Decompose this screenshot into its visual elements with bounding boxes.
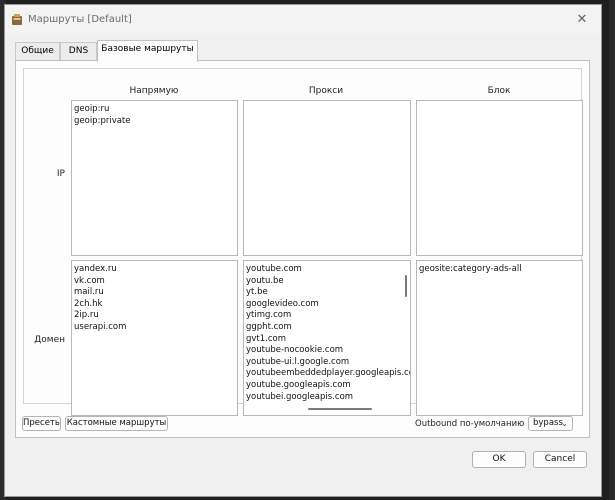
outbound-value: bypass — [533, 418, 563, 428]
list-item[interactable]: ytimg.com — [246, 310, 410, 322]
list-item[interactable]: userapi.com — [74, 322, 126, 334]
chevron-down-icon: ⌄ — [561, 419, 568, 428]
domain-proxy-items: youtube.com youtu.be yt.be googlevideo.com y… — [246, 264, 410, 404]
domain-direct-items: yandex.ru vk.com mail.ru 2ch.hk 2ip.ru userap… — [74, 264, 126, 334]
list-item[interactable]: youtu.be — [246, 276, 410, 288]
list-item[interactable]: yandex.ru — [74, 264, 126, 276]
list-item[interactable]: yt.be — [246, 287, 410, 299]
list-item[interactable]: ggpht.com — [246, 322, 410, 334]
ip-direct-items: geoip:ru geoip:private — [74, 104, 131, 127]
list-item[interactable]: googlevideo.com — [246, 299, 410, 311]
row-label-domain: Домен — [34, 335, 65, 345]
tab-dns[interactable]: DNS — [60, 42, 97, 60]
list-item[interactable]: youtube.googleapis.com — [246, 380, 410, 392]
list-item[interactable]: vk.com — [74, 276, 126, 288]
close-icon[interactable]: ✕ — [573, 11, 591, 29]
ip-proxy-list[interactable] — [243, 100, 411, 256]
list-item[interactable]: youtube.com — [246, 264, 410, 276]
list-item[interactable]: youtubeembeddedplayer.googleapis.com — [246, 368, 410, 380]
custom-routes-button[interactable]: Кастомные маршруты — [65, 416, 168, 431]
list-item[interactable]: geosite:category-ads-all — [419, 264, 522, 276]
list-item[interactable]: geoip:ru — [74, 104, 131, 116]
presets-button[interactable]: Пресеты — [22, 416, 61, 431]
tab-general[interactable]: Общие — [15, 42, 60, 60]
ip-direct-list[interactable]: geoip:ru geoip:private — [71, 100, 238, 256]
outbound-select[interactable]: bypass ⌄ — [528, 416, 573, 431]
tab-panel-base-routes: Напрямую Прокси Блок IP Домен geoip:ru ge… — [15, 60, 590, 438]
vertical-scrollbar[interactable] — [405, 275, 407, 297]
background-right — [609, 0, 615, 500]
column-header-direct: Напрямую — [129, 86, 179, 96]
routes-dialog: Маршруты [Default] ✕ Общие DNS Базовые м… — [4, 4, 602, 497]
column-header-proxy: Прокси — [308, 86, 344, 96]
list-item[interactable]: youtube-nocookie.com — [246, 345, 410, 357]
ok-button[interactable]: OK — [472, 451, 526, 468]
outbound-label: Outbound по-умолчанию — [415, 419, 525, 429]
horizontal-scrollbar[interactable] — [308, 408, 372, 410]
window-title: Маршруты [Default] — [28, 14, 132, 25]
list-item[interactable]: geoip:private — [74, 116, 131, 128]
domain-direct-list[interactable]: yandex.ru vk.com mail.ru 2ch.hk 2ip.ru userap… — [71, 260, 238, 416]
cancel-button[interactable]: Cancel — [533, 451, 587, 468]
tab-base-routes[interactable]: Базовые маршруты — [97, 40, 198, 62]
list-item[interactable]: youtube-ui.l.google.com — [246, 357, 410, 369]
app-icon — [11, 13, 23, 26]
list-item[interactable]: mail.ru — [74, 287, 126, 299]
routes-frame: Напрямую Прокси Блок IP Домен geoip:ru ge… — [23, 68, 583, 416]
domain-block-items: geosite:category-ads-all — [419, 264, 522, 276]
list-item[interactable]: 2ch.hk — [74, 299, 126, 311]
domain-proxy-list[interactable]: youtube.com youtu.be yt.be googlevideo.com y… — [243, 260, 411, 416]
column-header-block: Блок — [487, 86, 511, 96]
list-item[interactable]: 2ip.ru — [74, 310, 126, 322]
domain-block-list[interactable]: geosite:category-ads-all — [416, 260, 583, 416]
list-item[interactable]: youtubei.googleapis.com — [246, 392, 410, 404]
ip-block-list[interactable] — [416, 100, 583, 256]
row-label-ip: IP — [56, 169, 65, 179]
list-item[interactable]: gvt1.com — [246, 334, 410, 346]
title-bar: Маршруты [Default] ✕ — [5, 5, 601, 35]
